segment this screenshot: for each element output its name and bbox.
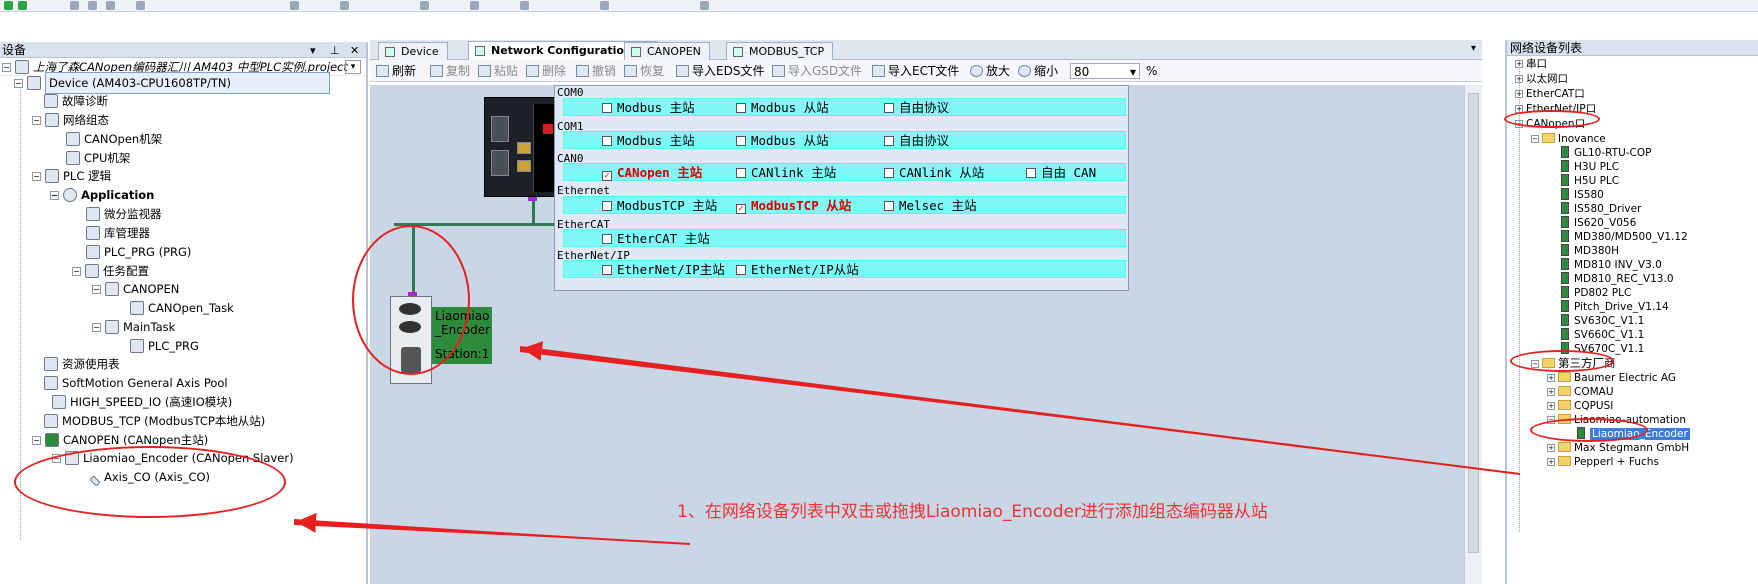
arrow-line-tree bbox=[296, 512, 691, 545]
arrow-line-canvas bbox=[522, 341, 1521, 475]
annotation-arrows bbox=[294, 341, 1526, 545]
